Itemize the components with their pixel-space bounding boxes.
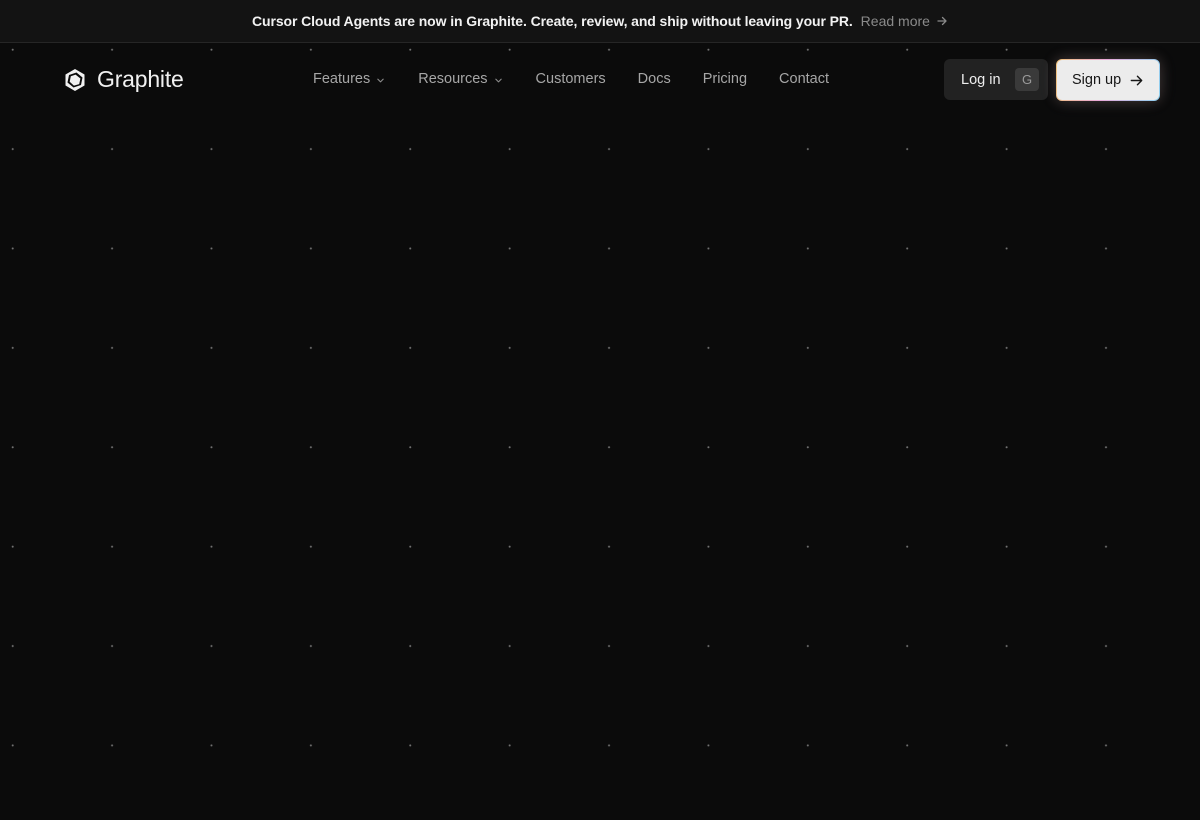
nav-item-label: Features [313,71,371,87]
announcement-banner: Cursor Cloud Agents are now in Graphite.… [0,0,1200,43]
page: Cursor Cloud Agents are now in Graphite.… [0,0,1200,820]
nav-item-features[interactable]: Features [313,71,385,87]
nav-item-resources[interactable]: Resources [418,71,502,87]
login-button[interactable]: Log in G [944,59,1048,100]
read-more-label: Read more [860,13,930,29]
arrow-right-icon [1130,75,1143,85]
brand-name: Graphite [97,66,184,92]
nav-item-label: Pricing [702,71,748,87]
announcement-text: Cursor Cloud Agents are now in Graphite.… [252,13,853,29]
signup-button[interactable]: Sign up [1056,59,1160,101]
nav-item-label: Customers [535,71,606,87]
brand-logo[interactable]: Graphite [63,66,184,93]
chevron-down-icon [494,78,502,82]
login-shortcut-key: G [1015,68,1039,91]
read-more-link[interactable]: Read more [861,13,948,29]
nav-item-label: Resources [418,71,488,87]
nav-item-label: Contact [779,71,830,87]
nav-item-docs[interactable]: Docs [638,71,671,87]
chevron-down-icon [377,78,384,82]
nav-item-contact[interactable]: Contact [779,71,829,87]
signup-label: Sign up [1072,72,1122,88]
nav-item-label: Docs [637,71,671,87]
arrow-right-icon [937,16,947,26]
graphite-logo-icon [65,68,85,91]
nav-item-pricing[interactable]: Pricing [703,71,747,87]
top-navigation: Graphite Features Resources Customers Do… [0,43,1200,117]
nav-menu: Features Resources Customers Docs Pricin… [313,71,829,87]
login-label: Log in [961,71,1001,88]
nav-item-customers[interactable]: Customers [536,71,606,87]
